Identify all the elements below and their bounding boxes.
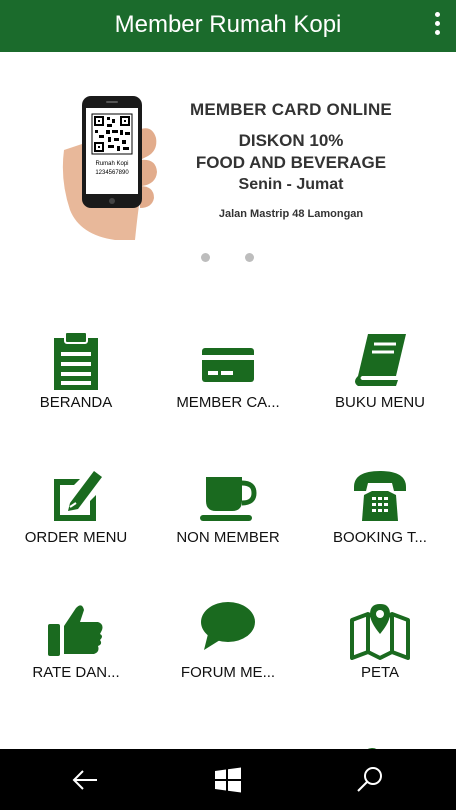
menu-item-label: RATE DAN... (32, 664, 120, 681)
carousel-dot[interactable] (245, 253, 254, 262)
chat-bubble-icon (198, 600, 258, 660)
more-options-icon[interactable] (432, 12, 442, 38)
menu-item-order-menu[interactable]: ORDER MENU (0, 435, 152, 555)
promo-line-1: MEMBER CARD ONLINE (190, 100, 392, 119)
promo-line-3: FOOD AND BEVERAGE (195, 153, 387, 172)
credit-card-icon (198, 330, 258, 390)
menu-item-label: NON MEMBER (176, 529, 280, 546)
phone-number-text: 1234567890 (95, 170, 129, 176)
menu-item-forum[interactable]: FORUM ME... (152, 570, 304, 690)
phone-illustration: Rumah Kopi 1234567890 (60, 90, 170, 240)
menu-item-peta[interactable]: PETA (304, 570, 456, 690)
menu-item-member-card[interactable]: MEMBER CA... (152, 300, 304, 420)
menu-item-beranda[interactable]: BERANDA (0, 300, 152, 420)
system-navbar (0, 749, 456, 810)
app-title: Member Rumah Kopi (114, 11, 342, 38)
search-icon[interactable] (353, 763, 387, 797)
windows-icon[interactable] (211, 763, 245, 797)
phone-icon (350, 465, 410, 525)
thumbs-up-icon (46, 600, 106, 660)
promo-banner[interactable]: Rumah Kopi 1234567890 MEMBER CARD ONLINE… (0, 80, 456, 240)
app-header: Member Rumah Kopi (0, 0, 456, 52)
menu-item-label: PETA (360, 664, 400, 681)
back-icon[interactable] (69, 763, 103, 797)
promo-text: MEMBER CARD ONLINE DISKON 10% FOOD AND B… (176, 100, 406, 220)
carousel-dot[interactable] (201, 253, 210, 262)
menu-item-label: BOOKING T... (333, 529, 427, 546)
promo-line-2: DISKON 10% (238, 131, 344, 150)
menu-item-booking[interactable]: BOOKING T... (304, 435, 456, 555)
phone-brand-text: Rumah Kopi (95, 161, 128, 167)
map-icon (350, 600, 410, 660)
book-icon (350, 330, 410, 390)
menu-item-label: BUKU MENU (334, 394, 425, 411)
menu-item-buku-menu[interactable]: BUKU MENU (304, 300, 456, 420)
menu-item-label: BERANDA (39, 394, 113, 411)
menu-item-label: MEMBER CA... (176, 394, 280, 411)
menu-item-label: FORUM ME... (180, 664, 276, 681)
carousel-indicator (0, 253, 456, 263)
menu-item-label: ORDER MENU (24, 529, 128, 546)
promo-address: Jalan Mastrip 48 Lamongan (218, 208, 364, 220)
menu-item-non-member[interactable]: NON MEMBER (152, 435, 304, 555)
edit-icon (46, 465, 106, 525)
promo-line-4: Senin - Jumat (238, 176, 344, 193)
clipboard-icon (46, 330, 106, 390)
menu-item-rate[interactable]: RATE DAN... (0, 570, 152, 690)
coffee-cup-icon (198, 465, 258, 525)
